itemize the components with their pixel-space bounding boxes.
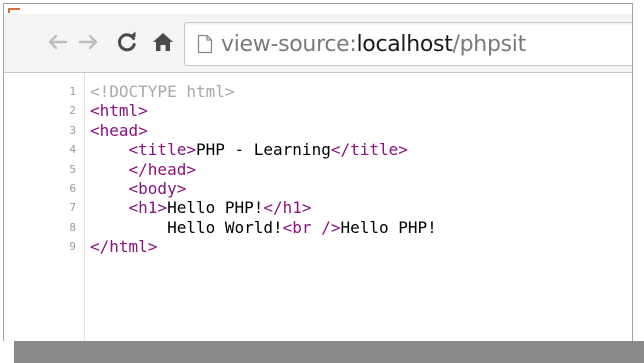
reload-button[interactable] bbox=[114, 28, 140, 56]
line-number: 2 bbox=[69, 104, 76, 118]
line-number: 9 bbox=[69, 240, 76, 254]
text-token: Hello PHP! bbox=[167, 198, 264, 218]
line-number: 7 bbox=[69, 201, 76, 215]
bottom-bar bbox=[14, 341, 644, 363]
line-source: Hello World!<br />Hello PHP! bbox=[90, 218, 437, 237]
browser-toolbar: view-source:localhost/phpsit bbox=[4, 14, 632, 73]
line-number: 5 bbox=[69, 162, 76, 176]
html-tag-token: <h1> bbox=[128, 198, 168, 218]
line-source: <body> bbox=[90, 179, 187, 198]
html-tag-token: </head> bbox=[128, 159, 196, 179]
line-number: 8 bbox=[69, 220, 76, 234]
forward-button[interactable] bbox=[76, 28, 102, 56]
source-line: 2 <html> bbox=[4, 101, 632, 120]
address-bar[interactable]: view-source:localhost/phpsit bbox=[184, 22, 632, 66]
text-token: Hello World! bbox=[90, 217, 283, 237]
line-source: </html> bbox=[90, 237, 157, 256]
home-icon bbox=[153, 33, 173, 51]
line-source: <!DOCTYPE html> bbox=[90, 82, 235, 101]
line-source: <head> bbox=[90, 121, 148, 140]
source-line: 8 Hello World!<br />Hello PHP! bbox=[4, 218, 632, 237]
line-source: <h1>Hello PHP!</h1> bbox=[90, 198, 312, 217]
arrow-right-icon bbox=[78, 34, 98, 50]
url-text: view-source:localhost/phpsit bbox=[221, 32, 526, 57]
url-host: localhost bbox=[356, 31, 453, 57]
source-line: 9 </html> bbox=[4, 237, 632, 256]
arrow-left-icon bbox=[48, 34, 68, 50]
html-tag-token: <br /> bbox=[282, 217, 341, 237]
html-tag-token: <title> bbox=[128, 140, 196, 160]
text-token: PHP - Learning bbox=[195, 140, 331, 160]
source-view: 1 <!DOCTYPE html> 2 <html> 3 <head> 4 <title>P… bbox=[4, 73, 632, 341]
line-number: 1 bbox=[69, 85, 76, 98]
source-line: 5 </head> bbox=[4, 160, 632, 179]
source-line: 7 <h1>Hello PHP!</h1> bbox=[4, 198, 632, 217]
source-line: 1 <!DOCTYPE html> bbox=[4, 82, 632, 101]
line-number: 4 bbox=[69, 143, 76, 157]
html-tag-token: </h1> bbox=[263, 198, 312, 218]
window-corner-accent bbox=[8, 8, 20, 13]
html-tag-token: </title> bbox=[330, 140, 408, 160]
line-number: 3 bbox=[69, 123, 76, 137]
source-line: 3 <head> bbox=[4, 121, 632, 140]
reload-icon bbox=[118, 31, 136, 52]
line-source: <html> bbox=[90, 101, 148, 120]
source-line: 6 <body> bbox=[4, 179, 632, 198]
text-token: Hello PHP! bbox=[340, 217, 437, 237]
browser-window: view-source:localhost/phpsit 1 <!DOCTYPE … bbox=[3, 3, 633, 341]
line-number: 6 bbox=[69, 182, 76, 195]
html-tag-token: </html> bbox=[90, 237, 158, 257]
url-prefix: view-source: bbox=[221, 31, 357, 57]
html-tag-token: <body> bbox=[128, 179, 187, 198]
html-tag-token: <head> bbox=[90, 120, 148, 140]
source-line: 4 <title>PHP - Learning</title> bbox=[4, 140, 632, 159]
home-button[interactable] bbox=[150, 28, 176, 56]
url-path: /phpsit bbox=[452, 31, 527, 57]
page-icon bbox=[197, 34, 213, 54]
line-source: <title>PHP - Learning</title> bbox=[90, 140, 408, 159]
back-button[interactable] bbox=[44, 28, 70, 56]
doctype-token: <!DOCTYPE html> bbox=[90, 82, 235, 101]
html-tag-token: <html> bbox=[90, 101, 148, 121]
line-source: </head> bbox=[90, 160, 196, 179]
